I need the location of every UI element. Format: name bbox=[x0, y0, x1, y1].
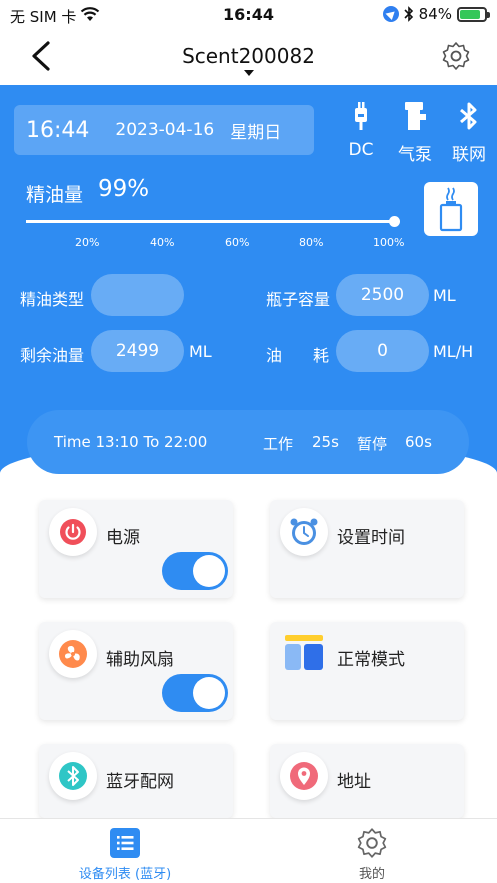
fan-toggle[interactable] bbox=[162, 674, 228, 712]
caret-down-icon[interactable] bbox=[244, 70, 254, 76]
gear-icon[interactable] bbox=[441, 41, 471, 71]
set-time-label: 设置时间 bbox=[337, 528, 405, 548]
power-icon bbox=[49, 508, 97, 556]
remaining-oil-unit: ML bbox=[189, 342, 212, 361]
indicator-network: 联网 bbox=[447, 100, 491, 165]
toggle-knob bbox=[193, 677, 225, 709]
oil-type-input[interactable] bbox=[91, 274, 184, 316]
oil-type-label: 精油类型 bbox=[20, 290, 85, 309]
indicator-label: 联网 bbox=[452, 145, 486, 165]
bottle-icon bbox=[439, 187, 463, 232]
address-label: 地址 bbox=[337, 772, 371, 792]
tick-label: 60% bbox=[225, 236, 250, 249]
address-card[interactable]: 地址 bbox=[270, 744, 464, 818]
tick-label: 100% bbox=[373, 236, 405, 249]
oil-level-label: 精油量 bbox=[26, 184, 84, 206]
oil-level-ticks: 20% 40% 60% 80% 100% bbox=[0, 236, 497, 250]
bluetooth-pair-icon bbox=[49, 752, 97, 800]
device-date: 2023-04-16 bbox=[115, 120, 215, 140]
device-title[interactable]: Scent200082 bbox=[0, 44, 497, 68]
tab-mine[interactable]: 我的 bbox=[292, 827, 452, 882]
oil-level-percent: 99% bbox=[98, 176, 150, 202]
tick-label: 20% bbox=[75, 236, 100, 249]
alarm-clock-icon bbox=[280, 508, 328, 556]
power-card[interactable]: 电源 bbox=[39, 500, 233, 598]
power-toggle[interactable] bbox=[162, 552, 228, 590]
remaining-oil-input[interactable]: 2499 bbox=[91, 330, 184, 372]
bottle-capacity-label: 瓶子容量 bbox=[266, 290, 331, 309]
oil-level-fill bbox=[26, 220, 395, 223]
bluetooth-icon bbox=[460, 102, 477, 130]
set-time-card[interactable]: 设置时间 bbox=[270, 500, 464, 598]
battery-icon bbox=[457, 6, 490, 22]
pause-label: 暂停 bbox=[357, 435, 388, 453]
indicator-label: DC bbox=[348, 140, 374, 160]
gear-icon bbox=[357, 828, 387, 858]
toggle-knob bbox=[193, 555, 225, 587]
schedule-bar[interactable]: Time 13:10 To 22:00 工作 25s 暂停 60s bbox=[27, 410, 469, 474]
nav-bar: Scent200082 bbox=[0, 30, 497, 85]
bluetooth-status-icon bbox=[404, 6, 413, 22]
device-datetime: 16:44 2023-04-16 星期日 bbox=[14, 105, 314, 155]
status-bar: 无 SIM 卡 16:44 84% bbox=[0, 0, 497, 30]
mode-card[interactable]: 正常模式 bbox=[270, 622, 464, 720]
bt-pair-label: 蓝牙配网 bbox=[106, 772, 174, 792]
device-weekday: 星期日 bbox=[230, 122, 282, 143]
tick-label: 40% bbox=[150, 236, 175, 249]
tab-label: 设备列表 (蓝牙) bbox=[78, 867, 172, 882]
consumption-label-part1: 油 bbox=[266, 346, 283, 365]
work-label: 工作 bbox=[263, 435, 294, 453]
tab-device-list[interactable]: 设备列表 (蓝牙) bbox=[45, 827, 205, 882]
remaining-oil-label: 剩余油量 bbox=[20, 346, 85, 365]
tab-label: 我的 bbox=[358, 867, 385, 882]
location-pin-icon bbox=[280, 752, 328, 800]
tick-label: 80% bbox=[299, 236, 324, 249]
consumption-input[interactable]: 0 bbox=[336, 330, 429, 372]
pause-value: 60s bbox=[405, 433, 432, 451]
power-label: 电源 bbox=[106, 528, 140, 548]
battery-percent: 84% bbox=[418, 5, 452, 23]
tab-bar: 设备列表 (蓝牙) 我的 bbox=[0, 818, 497, 883]
bottle-button[interactable] bbox=[424, 182, 478, 236]
consumption-label-part2: 耗 bbox=[313, 346, 330, 365]
fan-icon bbox=[49, 630, 97, 678]
consumption-unit: ML/H bbox=[433, 342, 474, 361]
indicator-pump: 气泵 bbox=[393, 100, 437, 165]
device-clock: 16:44 bbox=[26, 117, 90, 143]
schedule-time-range: Time 13:10 To 22:00 bbox=[54, 433, 208, 451]
mode-label: 正常模式 bbox=[337, 650, 405, 670]
device-list-icon bbox=[110, 828, 140, 858]
bt-pair-card[interactable]: 蓝牙配网 bbox=[39, 744, 233, 818]
fan-label: 辅助风扇 bbox=[106, 650, 174, 670]
indicator-label: 气泵 bbox=[398, 145, 432, 165]
indicator-dc: DC bbox=[339, 100, 383, 165]
bottle-capacity-unit: ML bbox=[433, 286, 456, 305]
device-indicators: DC 气泵 联网 bbox=[339, 100, 491, 165]
location-icon bbox=[382, 6, 399, 22]
air-pump-icon bbox=[405, 102, 426, 130]
fan-card[interactable]: 辅助风扇 bbox=[39, 622, 233, 720]
mode-icon bbox=[280, 630, 328, 678]
bottle-capacity-input[interactable]: 2500 bbox=[336, 274, 429, 316]
work-value: 25s bbox=[312, 433, 339, 451]
plug-icon bbox=[355, 102, 367, 130]
